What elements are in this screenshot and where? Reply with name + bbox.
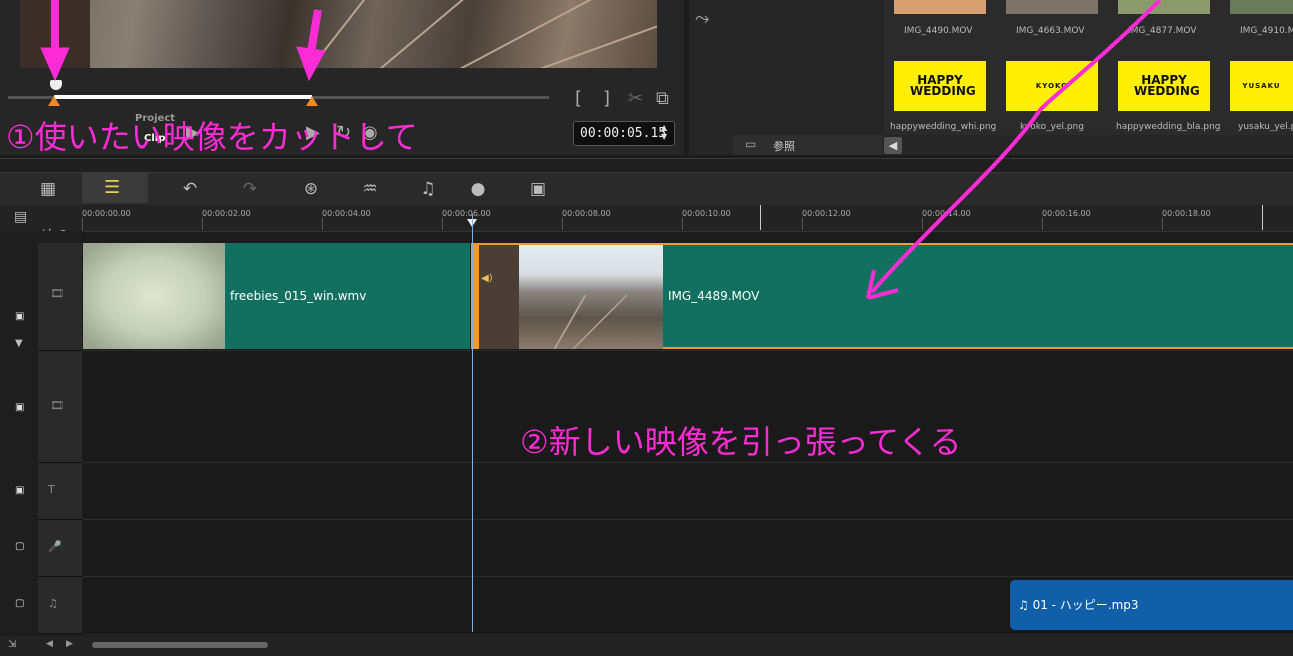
annotation-step1: ①使いたい映像をカットして [6,118,418,156]
annotation-step2: ②新しい映像を引っ張ってくる [520,423,962,461]
annotation-overlay [40,0,1162,300]
annotation-arrow [870,0,1162,294]
annotation-arrowhead [40,47,70,82]
annotation-arrowhead [866,269,899,300]
annotation-arrowhead [296,46,326,82]
annotation-arrow [307,9,322,53]
